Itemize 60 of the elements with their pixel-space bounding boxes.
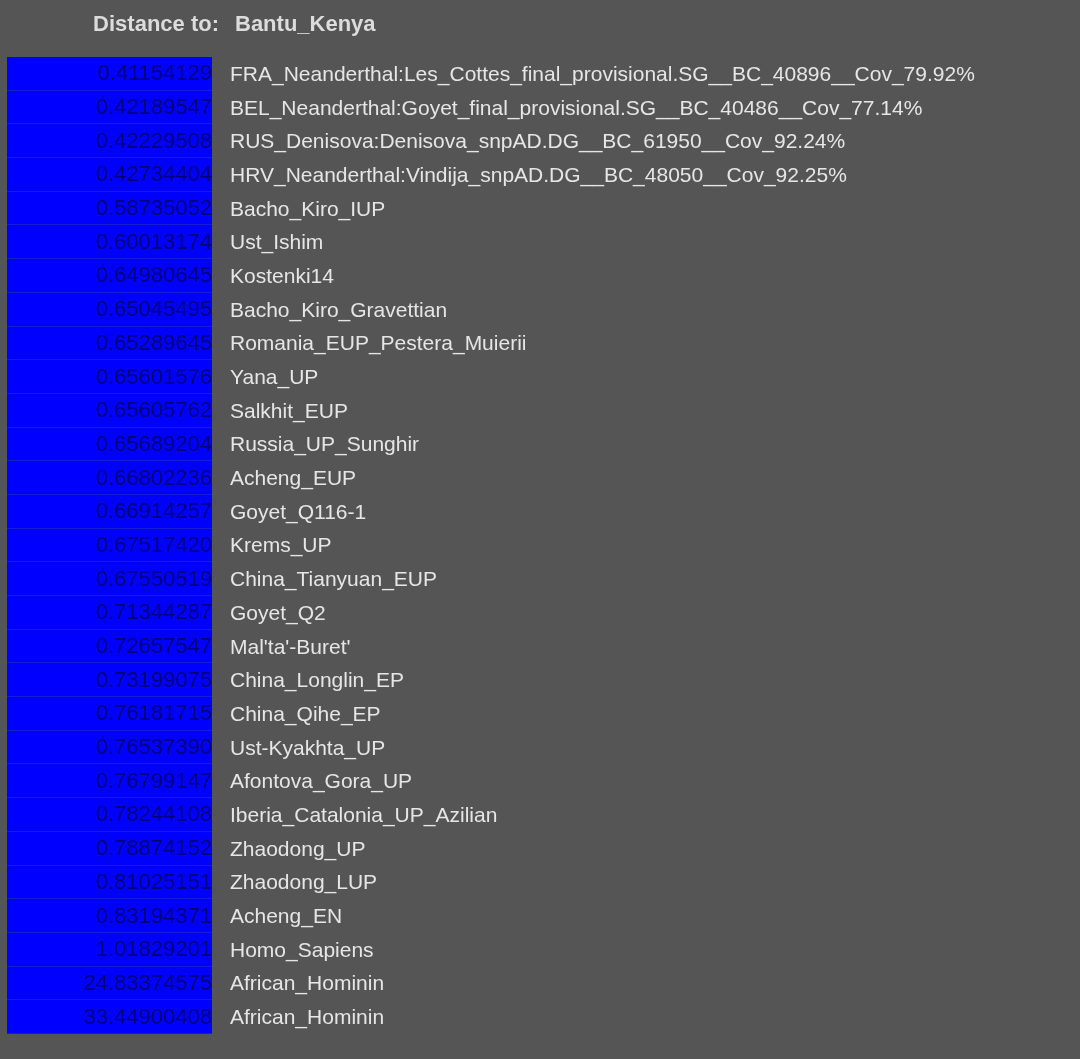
population-name: Bacho_Kiro_Gravettian [230, 297, 448, 322]
distance-label: Distance to: [92, 11, 219, 37]
population-name: Ust-Kyakhta_UP [230, 735, 386, 760]
distance-cell: 0.60013174 [7, 225, 212, 260]
distance-cell: 0.66914257 [7, 494, 212, 529]
distance-cell: 0.78874152 [7, 831, 212, 866]
distance-cell: 0.58735052 [7, 191, 212, 226]
population-name: Iberia_Catalonia_UP_Azilian [230, 802, 498, 827]
distance-cell: 0.71344287 [7, 596, 212, 630]
population-name: RUS_Denisova:Denisova_snpAD.DG__BC_61950__Cov_92.24% [230, 129, 846, 154]
population-name: HRV_Neanderthal:Vindija_snpAD.DG__BC_48050__Cov_92.25% [230, 162, 847, 187]
distance-cell: 0.41154129 [7, 57, 212, 91]
distance-cell: 0.42229508 [7, 124, 212, 159]
population-name: Ust_Ishim [230, 230, 324, 255]
target-population: Bantu_Kenya [235, 11, 376, 37]
distance-cell: 24.83374575 [7, 966, 212, 1001]
distance-cell: 0.83194371 [7, 899, 212, 933]
population-name: FRA_Neanderthal:Les_Cottes_final_provisional.SG__BC_40896__Cov_79.92% [230, 61, 975, 86]
distance-cell: 0.73199075 [7, 663, 212, 698]
distance-cell: 0.42734404 [7, 158, 212, 192]
population-name: Mal'ta'-Buret' [230, 634, 351, 659]
distance-cell: 0.76181715 [7, 697, 212, 731]
population-name: BEL_Neanderthal:Goyet_final_provisional.SG__BC_40486__Cov_77.14% [230, 95, 923, 120]
population-name: Krems_UP [230, 533, 332, 558]
population-name: Goyet_Q2 [230, 600, 326, 625]
distance-cell: 0.42189547 [7, 90, 212, 125]
distance-cell: 0.65045495 [7, 292, 212, 327]
population-name: China_Tianyuan_EUP [230, 567, 438, 592]
population-name: African_Hominin [230, 1005, 385, 1030]
distance-cell: 0.67550519 [7, 562, 212, 596]
population-name: Kostenki14 [230, 263, 334, 288]
distance-cell: 0.65605762 [7, 393, 212, 428]
population-name: Afontova_Gora_UP [230, 769, 413, 794]
population-name: Zhaodong_UP [230, 836, 366, 861]
population-name: Romania_EUP_Pestera_Muierii [230, 331, 527, 356]
population-name: Yana_UP [230, 365, 319, 390]
population-name: China_Qihe_EP [230, 701, 381, 726]
distance-cell: 0.67517420 [7, 528, 212, 563]
distance-cell: 0.65601576 [7, 360, 212, 394]
distance-cell: 0.64980645 [7, 259, 212, 293]
distance-cell: 0.76537390 [7, 730, 212, 765]
distance-cell: 0.66802236 [7, 461, 212, 495]
distance-cell: 0.72657547 [7, 629, 212, 664]
population-name: Acheng_EN [230, 904, 343, 929]
population-name: Zhaodong_LUP [230, 870, 378, 895]
distance-cell: 0.65689204 [7, 427, 212, 462]
distance-cell: 1.01829201 [7, 932, 212, 967]
distance-cell: 0.76799147 [7, 764, 212, 799]
population-name: Goyet_Q116-1 [230, 499, 367, 524]
distance-cell: 0.78244108 [7, 798, 212, 832]
population-name: Bacho_Kiro_IUP [230, 196, 386, 221]
population-name: Homo_Sapiens [230, 937, 374, 962]
population-name: China_Longlin_EP [230, 668, 404, 693]
distance-cell: 0.81025151 [7, 865, 212, 900]
distance-cell: 0.65289645 [7, 326, 212, 361]
population-name: Acheng_EUP [230, 466, 357, 491]
distance-cell: 33.44900408 [7, 1000, 212, 1034]
population-name: Salkhit_EUP [230, 398, 348, 423]
population-name: African_Hominin [230, 971, 385, 996]
population-name: Russia_UP_Sunghir [230, 432, 420, 457]
